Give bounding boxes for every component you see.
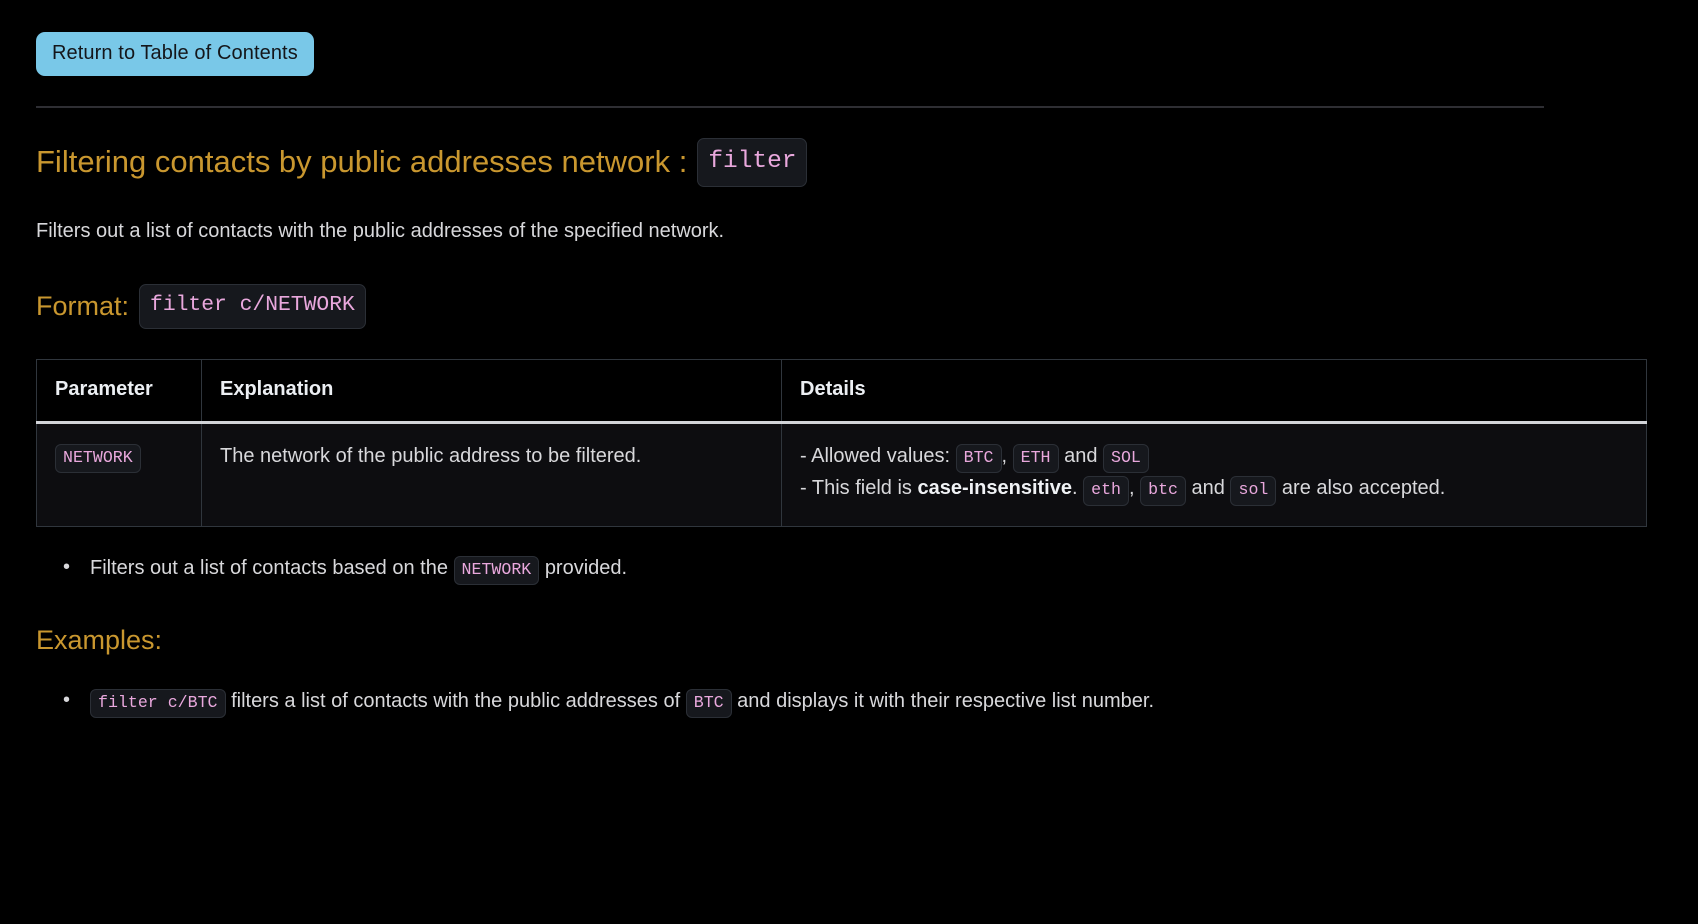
list-item: filter c/BTC filters a list of contacts … [63, 685, 1658, 719]
notes-list: Filters out a list of contacts based on … [36, 552, 1658, 585]
details-line1-sep1: , [1001, 444, 1008, 467]
table-head: Parameter Explanation Details [36, 358, 1647, 424]
horizontal-divider [36, 106, 1544, 108]
table-row: NETWORK The network of the public addres… [36, 421, 1647, 527]
table-header-parameter: Parameter [36, 358, 202, 424]
details-code-eth: ETH [1012, 443, 1059, 474]
details-line2-sep2: and [1191, 477, 1225, 500]
details-line2-suffix: are also accepted. [1281, 477, 1446, 500]
details-code-sol-lower: sol [1230, 476, 1277, 506]
parameter-code-chip: NETWORK [55, 443, 141, 474]
details-line-allowed-values: - Allowed values: BTC, ETH and SOL [800, 441, 1628, 474]
details-code-sol: SOL [1103, 443, 1149, 474]
example-code-btc: BTC [685, 689, 732, 719]
details-line2-prefix: - This field is [800, 477, 912, 500]
table-cell-parameter: NETWORK [36, 421, 202, 527]
page-title-text: Filtering contacts by public addresses n… [36, 144, 688, 180]
table-header-explanation: Explanation [201, 358, 782, 424]
details-line2-sep1: , [1128, 477, 1135, 500]
section-description: Filters out a list of contacts with the … [36, 220, 725, 243]
page-title: Filtering contacts by public addresses n… [36, 138, 1658, 188]
note-code-network: NETWORK [453, 555, 540, 585]
format-heading: Format: filter c/NETWORK [36, 284, 1658, 329]
example-text-middle: filters a list of contacts with the publ… [231, 690, 681, 713]
example-text-after: and displays it with their respective li… [737, 690, 1155, 713]
examples-list: filter c/BTC filters a list of contacts … [36, 685, 1658, 719]
details-line1-sep2: and [1064, 444, 1098, 467]
table-header-details: Details [781, 358, 1647, 424]
example-code-filter-btc: filter c/BTC [90, 689, 226, 719]
toc-button-container: Return to Table of Contents [36, 0, 1658, 76]
table-cell-explanation: The network of the public address to be … [201, 421, 782, 527]
return-to-table-of-contents-button[interactable]: Return to Table of Contents [36, 32, 314, 76]
details-code-eth-lower: eth [1083, 476, 1129, 506]
page-title-code-chip: filter [697, 138, 808, 188]
details-line-case-insensitive: - This field is case-insensitive. eth, b… [800, 473, 1628, 506]
examples-heading: Examples: [36, 625, 163, 655]
format-code-chip: filter c/NETWORK [139, 284, 366, 329]
table-body: NETWORK The network of the public addres… [36, 421, 1647, 527]
details-line2-after-bold: . [1071, 477, 1078, 500]
details-code-btc-lower: btc [1140, 476, 1186, 506]
format-label: Format: [36, 290, 130, 321]
note-bullet1-before: Filters out a list of contacts based on … [90, 556, 448, 579]
details-line1-prefix: - Allowed values: [800, 444, 951, 467]
table-header-row: Parameter Explanation Details [36, 358, 1647, 424]
list-item: Filters out a list of contacts based on … [63, 552, 1658, 585]
details-line2-bold: case-insensitive [917, 477, 1072, 500]
details-code-btc: BTC [955, 443, 1002, 474]
note-bullet1-after: provided. [544, 556, 628, 579]
page-root: Return to Table of Contents Filtering co… [0, 0, 1698, 924]
table-cell-details: - Allowed values: BTC, ETH and SOL - Thi… [781, 421, 1647, 527]
parameter-table: Parameter Explanation Details NETWORK Th… [36, 358, 1647, 527]
content-container: Return to Table of Contents Filtering co… [0, 0, 1698, 719]
